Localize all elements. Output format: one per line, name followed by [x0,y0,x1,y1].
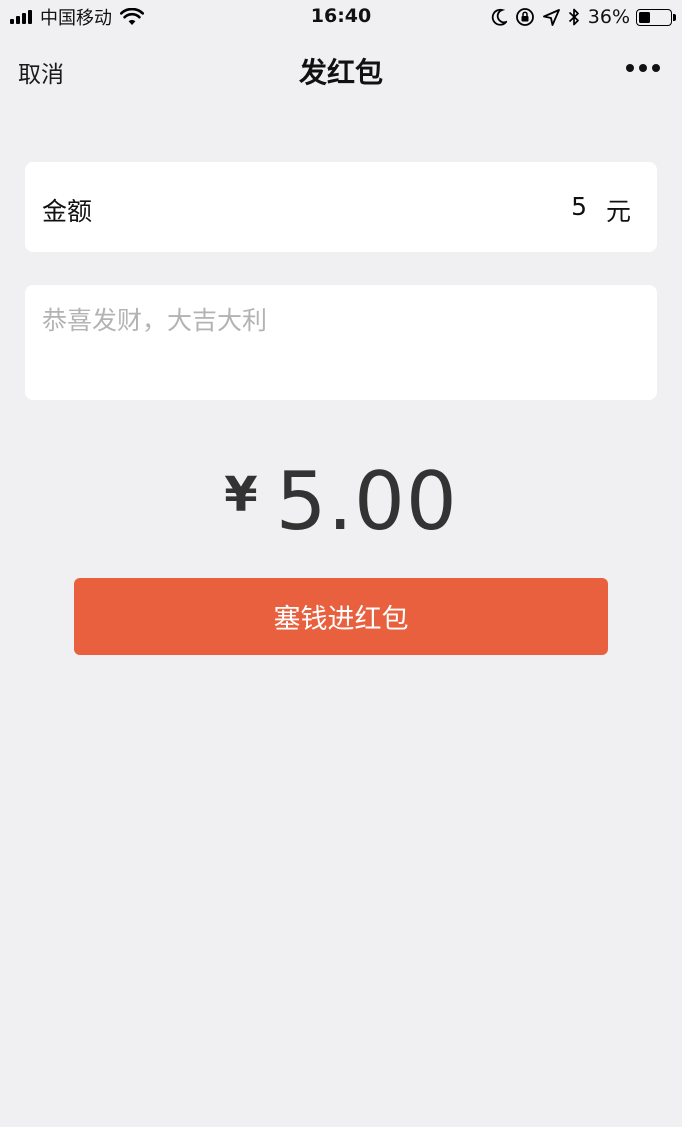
amount-label: 金额 [42,197,93,226]
battery-percent: 36% [587,6,630,28]
battery-level-fill [639,11,650,23]
total-value: 5.00 [275,455,458,548]
message-input[interactable] [42,301,640,385]
put-money-button[interactable]: 塞钱进红包 [74,578,608,655]
status-bar: 中国移动 16:40 36% [0,0,682,34]
battery-icon [636,8,676,26]
amount-card: 金额 元 [25,162,657,252]
location-icon [542,8,560,26]
status-right: 36% [483,5,676,29]
amount-input[interactable] [387,188,587,224]
page-title: 发红包 [298,56,383,89]
nav-bar: 取消 发红包 [0,38,682,100]
total-amount: ¥5.00 [0,455,682,548]
rotation-lock-icon [515,8,534,26]
amount-unit: 元 [605,197,631,226]
more-dots-icon[interactable] [621,64,660,72]
message-card [25,285,657,400]
moon-icon [491,8,507,26]
currency-symbol: ¥ [224,467,258,523]
bluetooth-icon [568,8,579,26]
